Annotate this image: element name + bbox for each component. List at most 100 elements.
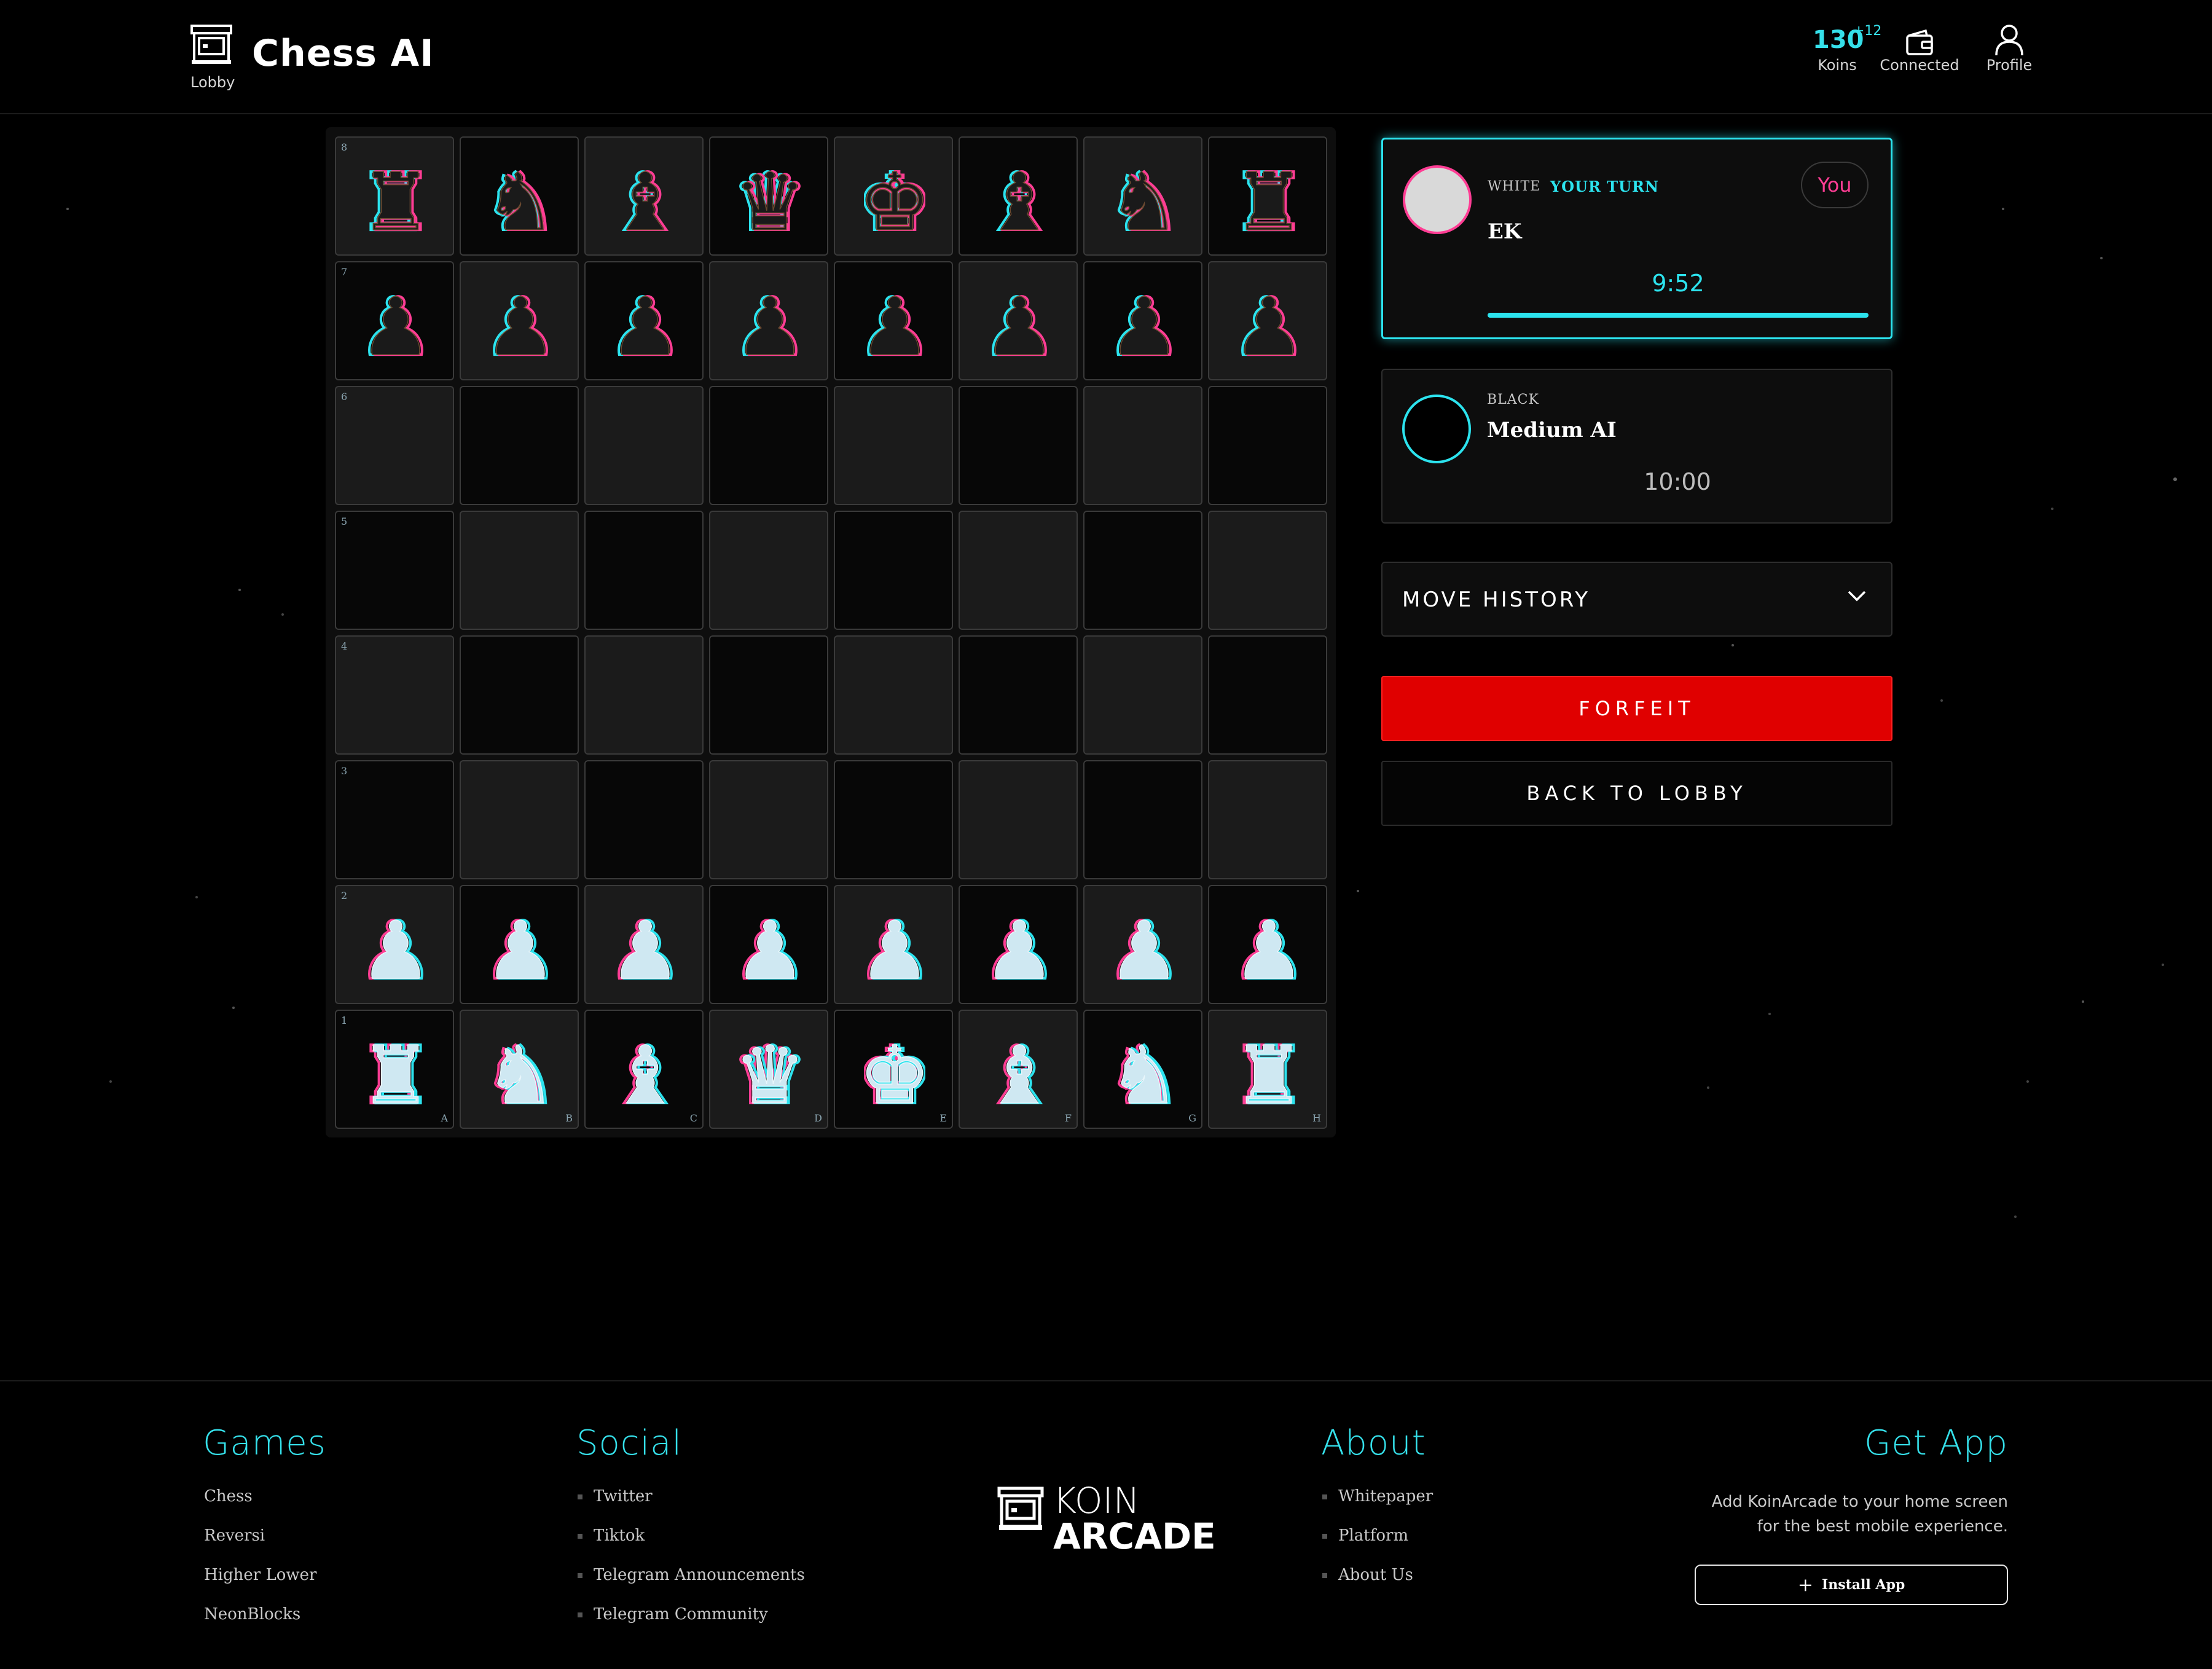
white-rook-icon[interactable]: ♜ ♜ ♜ bbox=[1230, 1027, 1309, 1123]
board-square-d7[interactable]: ♟ ♟ ♟ bbox=[709, 261, 828, 380]
white-knight-icon[interactable]: ♞ ♞ ♞ bbox=[481, 1027, 560, 1123]
board-square-c8[interactable]: ♝ ♝ ♝ bbox=[584, 136, 704, 256]
white-pawn-icon[interactable]: ♟ ♟ ♟ bbox=[1105, 903, 1184, 999]
board-square-a6[interactable]: 6 bbox=[335, 386, 454, 505]
koins-balance[interactable]: 130 +12 Koins bbox=[1813, 23, 1881, 74]
white-pawn-icon[interactable]: ♟ ♟ ♟ bbox=[356, 903, 436, 999]
board-square-f6[interactable] bbox=[959, 386, 1078, 505]
footer-link-neonblocks[interactable]: NeonBlocks bbox=[204, 1605, 300, 1624]
board-square-h1[interactable]: H ♜ ♜ ♜ bbox=[1208, 1010, 1327, 1129]
board-square-g4[interactable] bbox=[1083, 635, 1202, 755]
lobby-link[interactable]: Lobby bbox=[190, 74, 235, 91]
board-square-g5[interactable] bbox=[1083, 511, 1202, 630]
black-rook-icon[interactable]: ♜ ♜ ♜ bbox=[356, 154, 436, 250]
footer-link-whitepaper[interactable]: Whitepaper bbox=[1322, 1487, 1433, 1506]
board-square-h4[interactable] bbox=[1208, 635, 1327, 755]
board-square-f4[interactable] bbox=[959, 635, 1078, 755]
board-square-d4[interactable] bbox=[709, 635, 828, 755]
black-knight-icon[interactable]: ♞ ♞ ♞ bbox=[481, 154, 560, 250]
white-rook-icon[interactable]: ♜ ♜ ♜ bbox=[356, 1027, 436, 1123]
white-pawn-icon[interactable]: ♟ ♟ ♟ bbox=[731, 903, 810, 999]
board-square-b3[interactable] bbox=[460, 760, 579, 879]
board-square-h7[interactable]: ♟ ♟ ♟ bbox=[1208, 261, 1327, 380]
install-app-button[interactable]: + Install App bbox=[1695, 1565, 2008, 1605]
board-square-f7[interactable]: ♟ ♟ ♟ bbox=[959, 261, 1078, 380]
board-square-c5[interactable] bbox=[584, 511, 704, 630]
footer-link-higher-lower[interactable]: Higher Lower bbox=[204, 1566, 316, 1584]
white-pawn-icon[interactable]: ♟ ♟ ♟ bbox=[1230, 903, 1309, 999]
board-square-c1[interactable]: C ♝ ♝ ♝ bbox=[584, 1010, 704, 1129]
white-queen-icon[interactable]: ♛ ♛ ♛ bbox=[731, 1027, 810, 1123]
white-pawn-icon[interactable]: ♟ ♟ ♟ bbox=[481, 903, 560, 999]
board-square-b6[interactable] bbox=[460, 386, 579, 505]
board-square-g1[interactable]: G ♞ ♞ ♞ bbox=[1083, 1010, 1202, 1129]
board-square-b8[interactable]: ♞ ♞ ♞ bbox=[460, 136, 579, 256]
board-square-f8[interactable]: ♝ ♝ ♝ bbox=[959, 136, 1078, 256]
board-square-c3[interactable] bbox=[584, 760, 704, 879]
board-square-b4[interactable] bbox=[460, 635, 579, 755]
footer-link-telegram-community[interactable]: Telegram Community bbox=[578, 1605, 768, 1624]
board-square-a4[interactable]: 4 bbox=[335, 635, 454, 755]
board-square-f3[interactable] bbox=[959, 760, 1078, 879]
board-square-f1[interactable]: F ♝ ♝ ♝ bbox=[959, 1010, 1078, 1129]
board-square-d3[interactable] bbox=[709, 760, 828, 879]
white-pawn-icon[interactable]: ♟ ♟ ♟ bbox=[980, 903, 1059, 999]
board-square-e6[interactable] bbox=[834, 386, 953, 505]
black-queen-icon[interactable]: ♛ ♛ ♛ bbox=[731, 154, 810, 250]
black-pawn-icon[interactable]: ♟ ♟ ♟ bbox=[481, 279, 560, 375]
forfeit-button[interactable]: FORFEIT bbox=[1381, 676, 1892, 741]
board-square-f5[interactable] bbox=[959, 511, 1078, 630]
black-pawn-icon[interactable]: ♟ ♟ ♟ bbox=[356, 279, 436, 375]
board-square-a2[interactable]: 2 ♟ ♟ ♟ bbox=[335, 885, 454, 1004]
board-square-a7[interactable]: 7 ♟ ♟ ♟ bbox=[335, 261, 454, 380]
black-knight-icon[interactable]: ♞ ♞ ♞ bbox=[1105, 154, 1184, 250]
board-square-d1[interactable]: D ♛ ♛ ♛ bbox=[709, 1010, 828, 1129]
board-square-g3[interactable] bbox=[1083, 760, 1202, 879]
black-pawn-icon[interactable]: ♟ ♟ ♟ bbox=[855, 279, 935, 375]
black-bishop-icon[interactable]: ♝ ♝ ♝ bbox=[980, 154, 1059, 250]
footer-link-tiktok[interactable]: Tiktok bbox=[578, 1526, 645, 1545]
footer-link-twitter[interactable]: Twitter bbox=[578, 1487, 653, 1506]
board-square-d8[interactable]: ♛ ♛ ♛ bbox=[709, 136, 828, 256]
board-square-b7[interactable]: ♟ ♟ ♟ bbox=[460, 261, 579, 380]
black-pawn-icon[interactable]: ♟ ♟ ♟ bbox=[1230, 279, 1309, 375]
wallet-status[interactable]: Connected bbox=[1877, 25, 1963, 74]
board-square-h2[interactable]: ♟ ♟ ♟ bbox=[1208, 885, 1327, 1004]
profile-button[interactable]: Profile bbox=[1979, 25, 2040, 74]
white-pawn-icon[interactable]: ♟ ♟ ♟ bbox=[606, 903, 685, 999]
white-king-icon[interactable]: ♚ ♚ ♚ bbox=[855, 1027, 935, 1123]
footer-link-platform[interactable]: Platform bbox=[1322, 1526, 1408, 1545]
white-knight-icon[interactable]: ♞ ♞ ♞ bbox=[1105, 1027, 1184, 1123]
black-bishop-icon[interactable]: ♝ ♝ ♝ bbox=[606, 154, 685, 250]
black-king-icon[interactable]: ♚ ♚ ♚ bbox=[855, 154, 935, 250]
board-square-b1[interactable]: B ♞ ♞ ♞ bbox=[460, 1010, 579, 1129]
board-square-g2[interactable]: ♟ ♟ ♟ bbox=[1083, 885, 1202, 1004]
board-square-h3[interactable] bbox=[1208, 760, 1327, 879]
board-square-g7[interactable]: ♟ ♟ ♟ bbox=[1083, 261, 1202, 380]
board-square-e8[interactable]: ♚ ♚ ♚ bbox=[834, 136, 953, 256]
board-square-d2[interactable]: ♟ ♟ ♟ bbox=[709, 885, 828, 1004]
board-square-h5[interactable] bbox=[1208, 511, 1327, 630]
board-square-b2[interactable]: ♟ ♟ ♟ bbox=[460, 885, 579, 1004]
board-square-e2[interactable]: ♟ ♟ ♟ bbox=[834, 885, 953, 1004]
board-square-e7[interactable]: ♟ ♟ ♟ bbox=[834, 261, 953, 380]
board-square-d5[interactable] bbox=[709, 511, 828, 630]
board-square-c7[interactable]: ♟ ♟ ♟ bbox=[584, 261, 704, 380]
board-square-e3[interactable] bbox=[834, 760, 953, 879]
move-history-toggle[interactable]: MOVE HISTORY bbox=[1381, 562, 1892, 637]
footer-link-telegram-announcements[interactable]: Telegram Announcements bbox=[578, 1566, 805, 1584]
black-rook-icon[interactable]: ♜ ♜ ♜ bbox=[1230, 154, 1309, 250]
footer-link-about-us[interactable]: About Us bbox=[1322, 1566, 1413, 1584]
board-square-h8[interactable]: ♜ ♜ ♜ bbox=[1208, 136, 1327, 256]
board-square-h6[interactable] bbox=[1208, 386, 1327, 505]
board-square-e5[interactable] bbox=[834, 511, 953, 630]
white-bishop-icon[interactable]: ♝ ♝ ♝ bbox=[980, 1027, 1059, 1123]
black-pawn-icon[interactable]: ♟ ♟ ♟ bbox=[606, 279, 685, 375]
board-square-c2[interactable]: ♟ ♟ ♟ bbox=[584, 885, 704, 1004]
black-pawn-icon[interactable]: ♟ ♟ ♟ bbox=[1105, 279, 1184, 375]
board-square-c6[interactable] bbox=[584, 386, 704, 505]
board-square-b5[interactable] bbox=[460, 511, 579, 630]
board-square-g6[interactable] bbox=[1083, 386, 1202, 505]
black-pawn-icon[interactable]: ♟ ♟ ♟ bbox=[980, 279, 1059, 375]
footer-link-chess[interactable]: Chess bbox=[204, 1487, 253, 1506]
